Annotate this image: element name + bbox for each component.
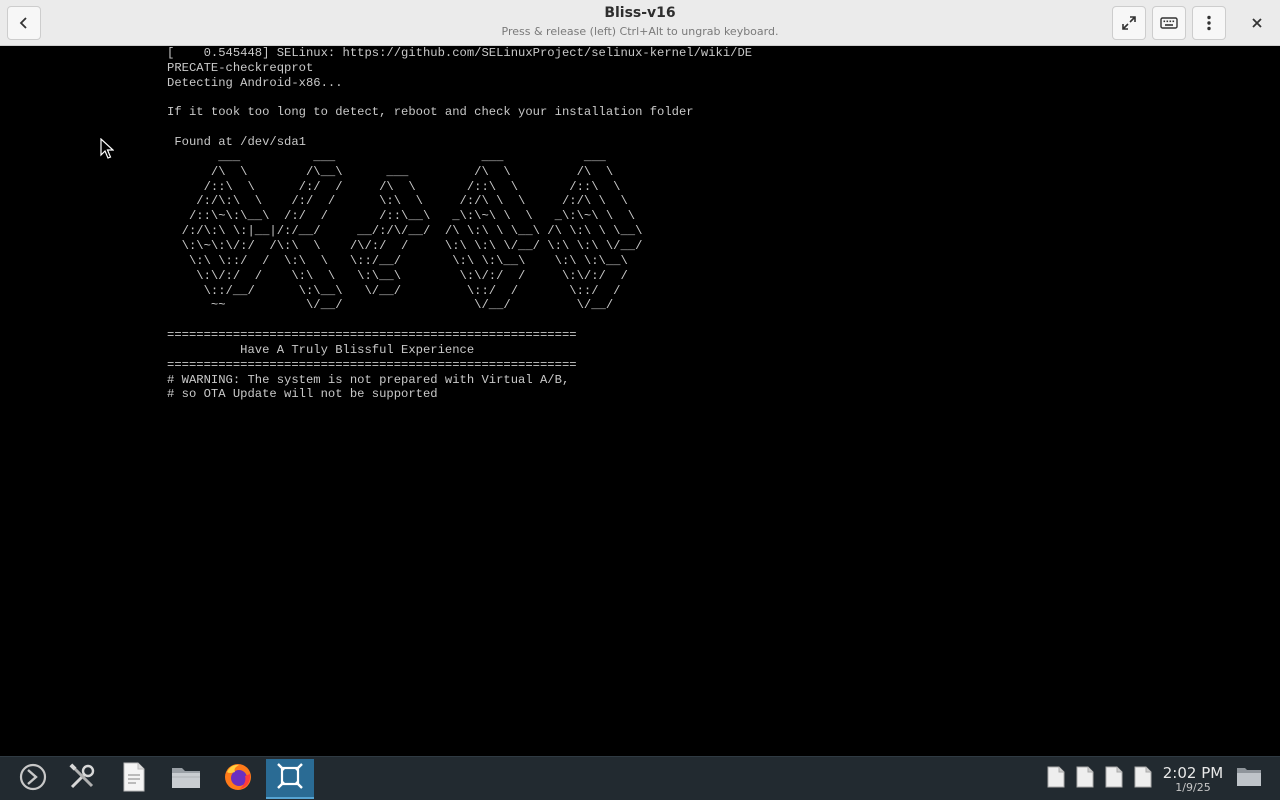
console-line: /\ \ /\__\ ___ /\ \ /\ \ [167,164,614,179]
console-line: \:\~\:\/:/ /\:\ \ /\/:/ / \:\ \:\ \/__/ … [167,238,643,253]
virtual-machine-button[interactable] [266,759,314,799]
mouse-pointer-icon [100,137,115,164]
document-icon [1105,766,1123,792]
console-line: [ 0.545448] SELinux: https://github.com/… [167,46,753,60]
window-titlebar: Bliss-v16 Press & release (left) Ctrl+Al… [0,0,1280,46]
firefox-button[interactable] [214,759,262,799]
show-desktop-button[interactable] [1235,766,1263,790]
firefox-icon [223,762,253,796]
console-line: Detecting Android-x86... [167,75,343,90]
menu-button[interactable] [1192,6,1226,40]
app-launcher-button[interactable] [9,759,57,799]
console-line: PRECATE-checkreqprot [167,60,314,75]
keyboard-button[interactable] [1152,6,1186,40]
fullscreen-button[interactable] [1112,6,1146,40]
console-line: \:\/:/ / \:\ \ \:\__\ \:\/:/ / \:\/:/ / [167,268,628,283]
boot-console: [ 0.545448] SELinux: https://github.com/… [167,46,1167,406]
text-editor-icon [121,762,147,796]
clock-date[interactable]: 1/9/25 [1158,781,1228,794]
console-line: ___ ___ ___ ___ [167,149,606,164]
tray-document-2[interactable] [1074,766,1096,792]
file-manager-icon [170,763,202,795]
close-icon [1251,14,1263,33]
console-line: \:\ \::/ / \:\ \ \::/__/ \:\ \:\__\ \:\ … [167,253,628,268]
virtual-machine-icon [275,761,305,795]
taskbar [0,756,1280,800]
settings-tools-button[interactable] [58,759,106,799]
console-line: /::\ \ /:/ / /\ \ /::\ \ /::\ \ [167,179,621,194]
document-icon [1134,766,1152,792]
close-button[interactable] [1242,8,1272,38]
console-line: \::/__/ \:\__\ \/__/ \::/ / \::/ / [167,283,621,298]
console-line: ~~ \/__/ \/__/ \/__/ [167,298,614,313]
tray-document-1[interactable] [1045,766,1067,792]
console-line: ========================================… [167,357,577,372]
console-line: /:/\:\ \:|__|/:/__/ __/:/\/__/ /\ \:\ \ … [167,224,643,239]
console-line: ========================================… [167,328,577,343]
text-editor-button[interactable] [110,759,158,799]
document-icon [1047,766,1065,792]
folder-icon [1236,765,1262,791]
tray-document-3[interactable] [1103,766,1125,792]
window-title: Bliss-v16 [604,5,676,21]
clock-time[interactable]: 2:02 PM [1158,764,1228,782]
console-line: # WARNING: The system is not prepared wi… [167,372,570,387]
console-line: If it took too long to detect, reboot an… [167,105,694,120]
fullscreen-icon [1121,15,1137,31]
keyboard-icon [1160,16,1178,30]
tray-document-4[interactable] [1132,766,1154,792]
file-manager-button[interactable] [162,759,210,799]
settings-tools-icon [67,762,97,796]
kebab-menu-icon [1206,15,1212,31]
window-subtitle: Press & release (left) Ctrl+Alt to ungra… [501,25,779,38]
console-line: /:/\:\ \ /:/ / \:\ \ /:/\ \ \ /:/\ \ \ [167,194,628,209]
document-icon [1076,766,1094,792]
console-line: # so OTA Update will not be supported [167,387,438,402]
console-line: Found at /dev/sda1 [167,135,306,150]
app-launcher-icon [18,762,48,796]
console-line: Have A Truly Blissful Experience [167,342,475,357]
console-line: /::\~\:\__\ /:/ / /::\__\ _\:\~\ \ \ _\:… [167,209,636,224]
